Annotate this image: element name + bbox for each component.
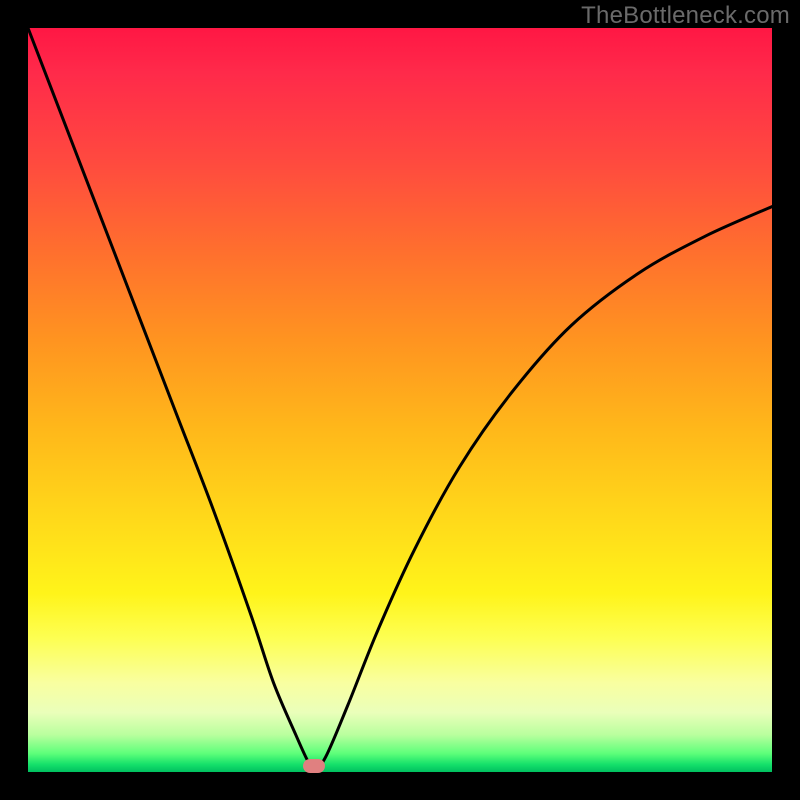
watermark-text: TheBottleneck.com [581,2,790,30]
chart-frame: TheBottleneck.com [0,0,800,800]
bottleneck-curve [28,28,772,772]
plot-area [28,28,772,772]
trough-marker [303,759,325,773]
